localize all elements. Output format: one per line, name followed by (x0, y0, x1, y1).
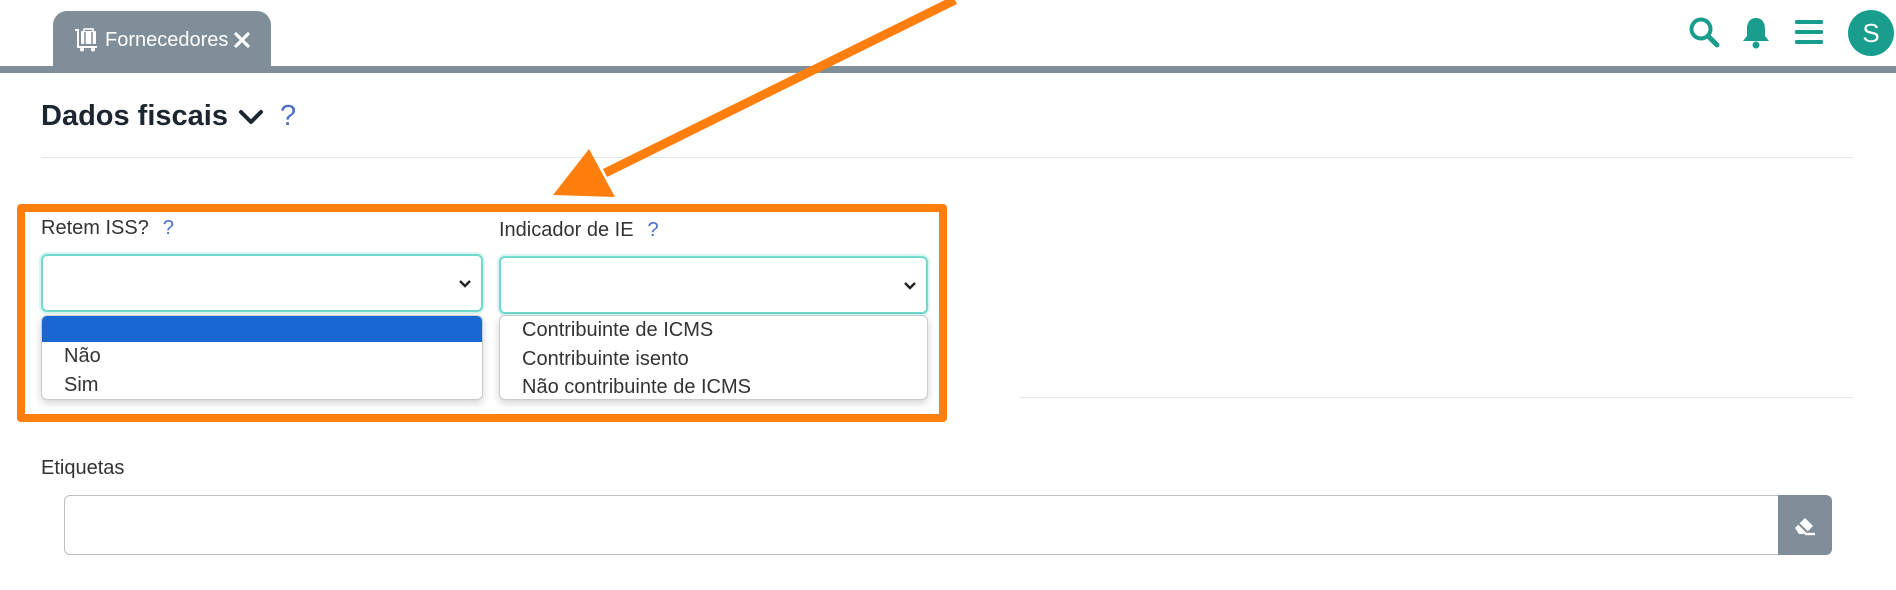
section-help-link[interactable]: ? (280, 100, 296, 133)
menu-icon[interactable] (1791, 14, 1827, 50)
tab-fornecedores[interactable]: Fornecedores (53, 11, 271, 69)
etiquetas-label: Etiquetas (41, 457, 125, 479)
eraser-icon (1795, 518, 1815, 536)
divider (41, 157, 1853, 158)
luggage-cart-icon (75, 28, 97, 52)
section-title-text: Dados fiscais (41, 100, 228, 132)
search-icon[interactable] (1686, 14, 1722, 50)
section-title[interactable]: Dados fiscais ? (41, 100, 296, 133)
close-icon[interactable] (231, 29, 253, 51)
chevron-down-icon[interactable] (238, 106, 264, 128)
etiquetas-input[interactable] (64, 495, 1780, 555)
annotation-highlight-box (17, 204, 947, 422)
clear-button[interactable] (1778, 495, 1832, 555)
tab-label: Fornecedores (105, 28, 229, 51)
tab-bar-divider (0, 66, 1896, 73)
divider (1020, 397, 1853, 398)
avatar[interactable]: S (1848, 10, 1894, 56)
bell-icon[interactable] (1738, 14, 1774, 50)
top-bar: Fornecedores S (0, 0, 1896, 73)
